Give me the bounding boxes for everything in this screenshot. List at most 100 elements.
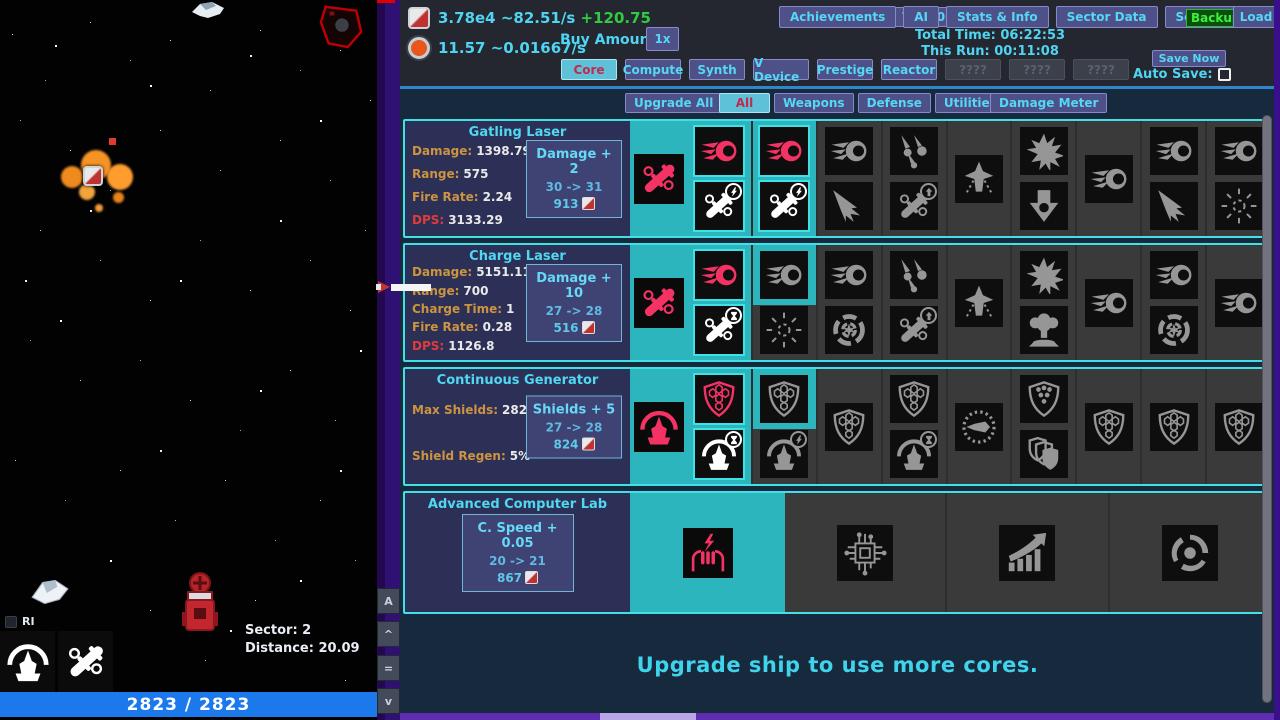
- shieldgen-main-icon-tile[interactable]: [634, 402, 684, 452]
- shield-upgrade-tile[interactable]: [825, 403, 873, 451]
- active-core-strip: [630, 245, 688, 360]
- filter-group: AllWeaponsDefenseUtilities: [719, 93, 1006, 113]
- coil-main-icon-tile[interactable]: [683, 528, 733, 578]
- side-button-=[interactable]: =: [377, 655, 400, 681]
- panel-title: Continuous Generator: [405, 373, 630, 388]
- laser-upgrade-tile[interactable]: [760, 182, 808, 230]
- upgrade-button[interactable]: Damage + 1027 -> 28516: [526, 264, 622, 342]
- scatter-upgrade-tile[interactable]: [760, 306, 808, 354]
- upgrade-button[interactable]: Damage + 230 -> 31913: [526, 140, 622, 218]
- load-button[interactable]: Load: [1233, 6, 1279, 28]
- ri-checkbox[interactable]: [5, 616, 17, 628]
- upgrade-cell: [753, 369, 818, 484]
- tab-v-device[interactable]: V Device: [753, 59, 809, 80]
- target-upgrade-tile[interactable]: [825, 306, 873, 354]
- upgrade-cost: 824: [530, 437, 618, 451]
- laser-upgrade-tile[interactable]: [695, 306, 743, 354]
- explosion-upgrade-tile[interactable]: [1020, 251, 1068, 299]
- target-upgrade-tile[interactable]: [1150, 306, 1198, 354]
- spike-icon: [1155, 187, 1193, 225]
- comet-upgrade-tile[interactable]: [695, 127, 743, 175]
- comet-upgrade-tile[interactable]: [760, 127, 808, 175]
- comet-upgrade-tile[interactable]: [825, 127, 873, 175]
- shield-upgrade-tile[interactable]: [760, 375, 808, 423]
- comet-upgrade-tile[interactable]: [1150, 251, 1198, 299]
- chart-upgrade-tile[interactable]: [999, 525, 1055, 581]
- comet-upgrade-tile[interactable]: [760, 251, 808, 299]
- spike-upgrade-tile[interactable]: [825, 182, 873, 230]
- laser-main-icon-tile[interactable]: [634, 278, 684, 328]
- ship-icon: [960, 284, 998, 322]
- shield-upgrade-tile[interactable]: [890, 375, 938, 423]
- dotshield-upgrade-tile[interactable]: [1020, 375, 1068, 423]
- vortex-upgrade-tile[interactable]: [1162, 525, 1218, 581]
- cometdown-upgrade-tile[interactable]: [1020, 182, 1068, 230]
- missiles-upgrade-tile[interactable]: [890, 251, 938, 299]
- vertical-scrollbar-thumb[interactable]: [1262, 115, 1272, 703]
- mushroom-upgrade-tile[interactable]: [1020, 306, 1068, 354]
- hotbar-shield-generator[interactable]: [0, 631, 55, 692]
- horizontal-scrollbar-thumb[interactable]: [600, 713, 696, 720]
- tab--[interactable]: ????: [1009, 59, 1065, 80]
- menu-button-sector-data[interactable]: Sector Data: [1056, 6, 1158, 28]
- tab-synth[interactable]: Synth: [689, 59, 745, 80]
- damage-meter-button[interactable]: Damage Meter: [990, 93, 1107, 113]
- menu-button-ai[interactable]: AI: [903, 6, 939, 28]
- tab--[interactable]: ????: [1073, 59, 1129, 80]
- comet-upgrade-tile[interactable]: [825, 251, 873, 299]
- shieldgen-upgrade-tile[interactable]: [695, 430, 743, 478]
- menu-button-stats-info[interactable]: Stats & Info: [946, 6, 1049, 28]
- filter-all[interactable]: All: [719, 93, 770, 113]
- shieldgen-upgrade-tile[interactable]: [760, 430, 808, 478]
- tab-core[interactable]: Core: [561, 59, 617, 80]
- upgrade-button[interactable]: C. Speed + 0.0520 -> 21867: [462, 514, 574, 592]
- comet-upgrade-tile[interactable]: [1085, 155, 1133, 203]
- comet-upgrade-tile[interactable]: [695, 251, 743, 299]
- upgrade-all-button[interactable]: Upgrade All: [625, 93, 722, 113]
- laser-upgrade-tile[interactable]: [890, 306, 938, 354]
- save-now-button[interactable]: Save Now: [1152, 50, 1226, 67]
- laser-upgrade-tile[interactable]: [890, 182, 938, 230]
- shield-upgrade-tile[interactable]: [1150, 403, 1198, 451]
- spike-upgrade-tile[interactable]: [1150, 182, 1198, 230]
- menu-button-achievements[interactable]: Achievements: [779, 6, 896, 28]
- ship-upgrade-tile[interactable]: [955, 155, 1003, 203]
- missiles-upgrade-tile[interactable]: [890, 127, 938, 175]
- filter-weapons[interactable]: Weapons: [774, 93, 854, 113]
- shieldgen-upgrade-tile[interactable]: [890, 430, 938, 478]
- explosion-upgrade-tile[interactable]: [1020, 127, 1068, 175]
- layshields-upgrade-tile[interactable]: [1020, 430, 1068, 478]
- shield-upgrade-tile[interactable]: [695, 375, 743, 423]
- side-button-v[interactable]: v: [377, 688, 400, 714]
- shield-upgrade-tile[interactable]: [1215, 403, 1263, 451]
- hotbar-laser[interactable]: [58, 631, 113, 692]
- buy-amount-button[interactable]: 1x: [646, 27, 679, 51]
- tab-prestige[interactable]: Prestige: [817, 59, 873, 80]
- ship-upgrade-tile[interactable]: [955, 279, 1003, 327]
- clockship-upgrade-tile[interactable]: [955, 403, 1003, 451]
- upgrade-button[interactable]: Shields + 527 -> 28824: [526, 395, 622, 458]
- comet-upgrade-tile[interactable]: [1150, 127, 1198, 175]
- upgrade-grid: [688, 245, 1270, 360]
- laser-main-icon-tile[interactable]: [634, 154, 684, 204]
- chip-upgrade-tile[interactable]: [837, 525, 893, 581]
- comet-icon: [1090, 160, 1128, 198]
- scatter-upgrade-tile[interactable]: [1215, 182, 1263, 230]
- shield-icon: [1155, 408, 1193, 446]
- shield-upgrade-tile[interactable]: [1085, 403, 1133, 451]
- tab-reactor[interactable]: Reactor: [881, 59, 937, 80]
- side-button-^[interactable]: ^: [377, 621, 400, 647]
- side-button-a[interactable]: A: [377, 588, 400, 614]
- laser-upgrade-tile[interactable]: [695, 182, 743, 230]
- comet-upgrade-tile[interactable]: [1215, 279, 1263, 327]
- auto-save-checkbox[interactable]: [1218, 68, 1231, 81]
- comet-upgrade-tile[interactable]: [1215, 127, 1263, 175]
- filter-defense[interactable]: Defense: [858, 93, 931, 113]
- tab--[interactable]: ????: [945, 59, 1001, 80]
- tab-compute[interactable]: Compute: [625, 59, 681, 80]
- comet-upgrade-tile[interactable]: [1085, 279, 1133, 327]
- hour-badge-icon: [725, 431, 742, 448]
- stat-value: 2.24: [483, 190, 513, 204]
- horizontal-scrollbar[interactable]: [400, 713, 1274, 720]
- auto-save-row: Auto Save:: [1133, 67, 1231, 82]
